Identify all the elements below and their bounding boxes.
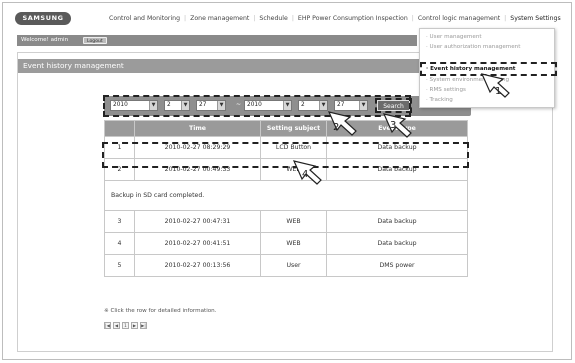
row-subject: WEB bbox=[260, 210, 327, 233]
dropdown-tracking[interactable]: · Tracking bbox=[426, 97, 453, 103]
dropdown-user-management[interactable]: · User management bbox=[426, 34, 482, 40]
row-detail: Backup in SD card completed. bbox=[104, 180, 468, 211]
logout-button[interactable]: Logout bbox=[83, 36, 107, 44]
menu-control-logic[interactable]: Control logic management bbox=[414, 15, 504, 22]
table-row[interactable]: 5 2010-02-27 00:13:56 User DMS power bbox=[104, 254, 468, 277]
welcome-text: Welcome! admin bbox=[21, 37, 69, 43]
callout-1: 1 bbox=[480, 73, 510, 98]
menu-system-settings[interactable]: System Settings bbox=[506, 15, 564, 22]
callout-3: 3 bbox=[382, 113, 412, 138]
row-subject: WEB bbox=[260, 232, 327, 255]
callout-4: 4 bbox=[292, 160, 322, 185]
dropdown-rms-settings[interactable]: · RMS settings bbox=[426, 87, 466, 93]
page-number-1[interactable]: 1 bbox=[122, 322, 129, 329]
table-row[interactable]: 4 2010-02-27 00:41:51 WEB Data backup bbox=[104, 232, 468, 255]
row-detail-message: Backup in SD card completed. bbox=[104, 180, 468, 211]
highlight-date-filter bbox=[103, 95, 411, 117]
menu-schedule[interactable]: Schedule bbox=[255, 15, 291, 22]
row-time: 2010-02-27 00:13:56 bbox=[134, 254, 261, 277]
column-header-setting-subject: Setting subject bbox=[260, 120, 327, 137]
callout-label: 2 bbox=[333, 122, 339, 133]
row-number: 4 bbox=[104, 232, 135, 255]
callout-2: 2 bbox=[327, 111, 357, 136]
first-page-icon[interactable]: |◀ bbox=[104, 322, 111, 329]
menu-ehp-power[interactable]: EHP Power Consumption Inspection bbox=[294, 15, 412, 22]
table-row[interactable]: 3 2010-02-27 00:47:31 WEB Data backup bbox=[104, 210, 468, 233]
row-time: 2010-02-27 00:41:51 bbox=[134, 232, 261, 255]
table-hint: ※ Click the row for detailed information… bbox=[104, 308, 217, 314]
row-number: 5 bbox=[104, 254, 135, 277]
callout-label: 1 bbox=[495, 86, 501, 97]
last-page-icon[interactable]: ▶| bbox=[140, 322, 147, 329]
pagination: |◀ ◀ 1 ▶ ▶| bbox=[104, 322, 147, 329]
row-subject: User bbox=[260, 254, 327, 277]
callout-label: 3 bbox=[390, 120, 396, 131]
menu-zone-management[interactable]: Zone management bbox=[186, 15, 253, 22]
row-event-type: Data backup bbox=[326, 232, 468, 255]
highlight-first-row bbox=[102, 142, 469, 168]
row-event-type: DMS power bbox=[326, 254, 468, 277]
samsung-logo: SAMSUNG bbox=[15, 12, 71, 25]
row-number: 3 bbox=[104, 210, 135, 233]
column-header-time: Time bbox=[134, 120, 261, 137]
prev-page-icon[interactable]: ◀ bbox=[113, 322, 120, 329]
next-page-icon[interactable]: ▶ bbox=[131, 322, 138, 329]
welcome-bar: Welcome! admin Logout bbox=[17, 35, 417, 46]
callout-label: 4 bbox=[302, 169, 308, 180]
menu-control-monitoring[interactable]: Control and Monitoring bbox=[105, 15, 184, 22]
dropdown-user-authorization[interactable]: · User authorization management bbox=[426, 44, 520, 50]
column-header-number bbox=[104, 120, 135, 137]
row-event-type: Data backup bbox=[326, 210, 468, 233]
row-time: 2010-02-27 00:47:31 bbox=[134, 210, 261, 233]
main-menu: Control and Monitoring | Zone management… bbox=[105, 15, 565, 22]
